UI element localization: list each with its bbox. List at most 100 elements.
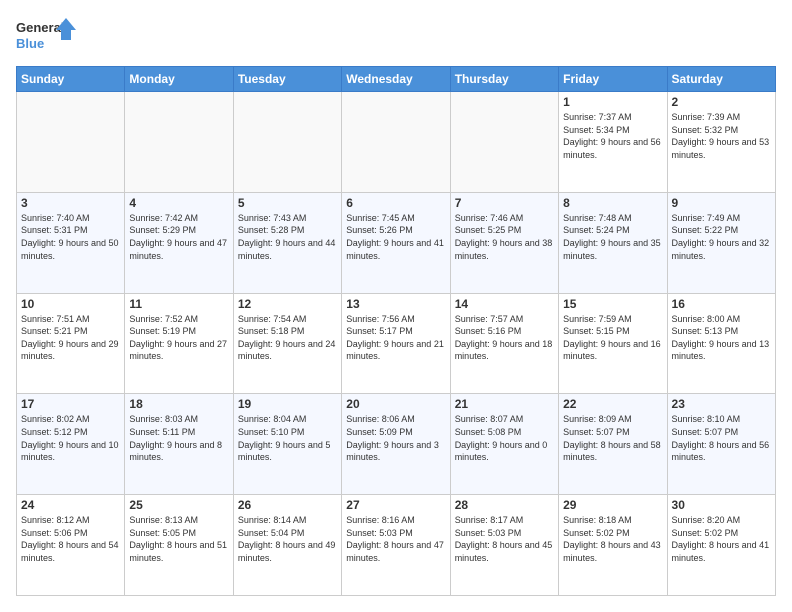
day-info: Sunrise: 7:52 AM Sunset: 5:19 PM Dayligh…	[129, 313, 228, 363]
day-number: 10	[21, 297, 120, 311]
day-number: 25	[129, 498, 228, 512]
day-number: 16	[672, 297, 771, 311]
day-number: 12	[238, 297, 337, 311]
svg-text:General: General	[16, 20, 64, 35]
calendar-cell: 4Sunrise: 7:42 AM Sunset: 5:29 PM Daylig…	[125, 192, 233, 293]
day-number: 27	[346, 498, 445, 512]
day-info: Sunrise: 8:14 AM Sunset: 5:04 PM Dayligh…	[238, 514, 337, 564]
day-info: Sunrise: 7:39 AM Sunset: 5:32 PM Dayligh…	[672, 111, 771, 161]
calendar-cell	[17, 92, 125, 193]
day-number: 21	[455, 397, 554, 411]
calendar-cell: 15 Sunrise: 7:59 AM Sunset: 5:15 PM Dayli…	[559, 293, 667, 394]
calendar-cell: 23 Sunrise: 8:10 AM Sunset: 5:07 PM Dayli…	[667, 394, 775, 495]
day-number: 15	[563, 297, 662, 311]
day-number: 4	[129, 196, 228, 210]
calendar-cell: 26 Sunrise: 8:14 AM Sunset: 5:04 PM Dayli…	[233, 495, 341, 596]
calendar-week-3: 10 Sunrise: 7:51 AM Sunset: 5:21 PM Dayli…	[17, 293, 776, 394]
day-info: Sunrise: 7:49 AM Sunset: 5:22 PM Dayligh…	[672, 212, 771, 262]
day-info: Sunrise: 8:07 AM Sunset: 5:08 PM Dayligh…	[455, 413, 554, 463]
calendar-cell: 18 Sunrise: 8:03 AM Sunset: 5:11 PM Dayli…	[125, 394, 233, 495]
weekday-header-thursday: Thursday	[450, 67, 558, 92]
day-number: 28	[455, 498, 554, 512]
day-number: 2	[672, 95, 771, 109]
day-number: 23	[672, 397, 771, 411]
calendar-cell: 29 Sunrise: 8:18 AM Sunset: 5:02 PM Dayli…	[559, 495, 667, 596]
weekday-header-sunday: Sunday	[17, 67, 125, 92]
calendar-cell: 27 Sunrise: 8:16 AM Sunset: 5:03 PM Dayli…	[342, 495, 450, 596]
calendar-cell	[233, 92, 341, 193]
day-number: 29	[563, 498, 662, 512]
calendar-cell: 11Sunrise: 7:52 AM Sunset: 5:19 PM Dayli…	[125, 293, 233, 394]
day-number: 8	[563, 196, 662, 210]
day-info: Sunrise: 7:46 AM Sunset: 5:25 PM Dayligh…	[455, 212, 554, 262]
calendar-week-2: 3 Sunrise: 7:40 AM Sunset: 5:31 PM Daylig…	[17, 192, 776, 293]
logo-svg: General Blue	[16, 16, 76, 58]
day-info: Sunrise: 8:18 AM Sunset: 5:02 PM Dayligh…	[563, 514, 662, 564]
calendar-header-row: SundayMondayTuesdayWednesdayThursdayFrid…	[17, 67, 776, 92]
day-number: 7	[455, 196, 554, 210]
calendar-cell	[342, 92, 450, 193]
day-info: Sunrise: 7:43 AM Sunset: 5:28 PM Dayligh…	[238, 212, 337, 262]
calendar-cell: 24Sunrise: 8:12 AM Sunset: 5:06 PM Dayli…	[17, 495, 125, 596]
weekday-header-monday: Monday	[125, 67, 233, 92]
day-number: 26	[238, 498, 337, 512]
day-number: 17	[21, 397, 120, 411]
day-info: Sunrise: 7:40 AM Sunset: 5:31 PM Dayligh…	[21, 212, 120, 262]
day-info: Sunrise: 7:57 AM Sunset: 5:16 PM Dayligh…	[455, 313, 554, 363]
header: General Blue	[16, 16, 776, 58]
day-info: Sunrise: 7:56 AM Sunset: 5:17 PM Dayligh…	[346, 313, 445, 363]
weekday-header-wednesday: Wednesday	[342, 67, 450, 92]
day-number: 30	[672, 498, 771, 512]
calendar-table: SundayMondayTuesdayWednesdayThursdayFrid…	[16, 66, 776, 596]
calendar-cell: 30Sunrise: 8:20 AM Sunset: 5:02 PM Dayli…	[667, 495, 775, 596]
day-info: Sunrise: 7:48 AM Sunset: 5:24 PM Dayligh…	[563, 212, 662, 262]
day-number: 13	[346, 297, 445, 311]
weekday-header-saturday: Saturday	[667, 67, 775, 92]
logo: General Blue	[16, 16, 76, 58]
calendar-cell: 19 Sunrise: 8:04 AM Sunset: 5:10 PM Dayli…	[233, 394, 341, 495]
day-number: 1	[563, 95, 662, 109]
day-info: Sunrise: 8:17 AM Sunset: 5:03 PM Dayligh…	[455, 514, 554, 564]
day-info: Sunrise: 8:00 AM Sunset: 5:13 PM Dayligh…	[672, 313, 771, 363]
calendar-cell	[125, 92, 233, 193]
calendar-cell: 12Sunrise: 7:54 AM Sunset: 5:18 PM Dayli…	[233, 293, 341, 394]
day-number: 3	[21, 196, 120, 210]
day-number: 6	[346, 196, 445, 210]
calendar-cell: 7 Sunrise: 7:46 AM Sunset: 5:25 PM Daylig…	[450, 192, 558, 293]
calendar-cell: 25 Sunrise: 8:13 AM Sunset: 5:05 PM Dayli…	[125, 495, 233, 596]
calendar-cell: 3 Sunrise: 7:40 AM Sunset: 5:31 PM Daylig…	[17, 192, 125, 293]
day-info: Sunrise: 8:03 AM Sunset: 5:11 PM Dayligh…	[129, 413, 228, 463]
calendar-cell	[450, 92, 558, 193]
day-info: Sunrise: 8:09 AM Sunset: 5:07 PM Dayligh…	[563, 413, 662, 463]
day-info: Sunrise: 7:51 AM Sunset: 5:21 PM Dayligh…	[21, 313, 120, 363]
day-info: Sunrise: 7:59 AM Sunset: 5:15 PM Dayligh…	[563, 313, 662, 363]
calendar-week-5: 24Sunrise: 8:12 AM Sunset: 5:06 PM Dayli…	[17, 495, 776, 596]
day-number: 9	[672, 196, 771, 210]
calendar-cell: 21 Sunrise: 8:07 AM Sunset: 5:08 PM Dayli…	[450, 394, 558, 495]
day-number: 22	[563, 397, 662, 411]
day-number: 18	[129, 397, 228, 411]
day-number: 19	[238, 397, 337, 411]
calendar-cell: 10 Sunrise: 7:51 AM Sunset: 5:21 PM Dayli…	[17, 293, 125, 394]
page: General Blue SundayMondayTuesdayWednesda…	[0, 0, 792, 612]
calendar-cell: 14Sunrise: 7:57 AM Sunset: 5:16 PM Dayli…	[450, 293, 558, 394]
day-number: 24	[21, 498, 120, 512]
calendar-cell: 9 Sunrise: 7:49 AM Sunset: 5:22 PM Daylig…	[667, 192, 775, 293]
day-info: Sunrise: 7:37 AM Sunset: 5:34 PM Dayligh…	[563, 111, 662, 161]
calendar-cell: 8 Sunrise: 7:48 AM Sunset: 5:24 PM Daylig…	[559, 192, 667, 293]
day-info: Sunrise: 8:13 AM Sunset: 5:05 PM Dayligh…	[129, 514, 228, 564]
day-info: Sunrise: 8:04 AM Sunset: 5:10 PM Dayligh…	[238, 413, 337, 463]
calendar-cell: 13 Sunrise: 7:56 AM Sunset: 5:17 PM Dayli…	[342, 293, 450, 394]
day-info: Sunrise: 7:45 AM Sunset: 5:26 PM Dayligh…	[346, 212, 445, 262]
weekday-header-tuesday: Tuesday	[233, 67, 341, 92]
calendar-cell: 20Sunrise: 8:06 AM Sunset: 5:09 PM Dayli…	[342, 394, 450, 495]
calendar-cell: 16 Sunrise: 8:00 AM Sunset: 5:13 PM Dayli…	[667, 293, 775, 394]
day-info: Sunrise: 8:16 AM Sunset: 5:03 PM Dayligh…	[346, 514, 445, 564]
calendar-cell: 5Sunrise: 7:43 AM Sunset: 5:28 PM Daylig…	[233, 192, 341, 293]
day-info: Sunrise: 8:10 AM Sunset: 5:07 PM Dayligh…	[672, 413, 771, 463]
day-info: Sunrise: 8:02 AM Sunset: 5:12 PM Dayligh…	[21, 413, 120, 463]
calendar-cell: 22 Sunrise: 8:09 AM Sunset: 5:07 PM Dayli…	[559, 394, 667, 495]
calendar-cell: 1 Sunrise: 7:37 AM Sunset: 5:34 PM Daylig…	[559, 92, 667, 193]
calendar-week-1: 1 Sunrise: 7:37 AM Sunset: 5:34 PM Daylig…	[17, 92, 776, 193]
day-info: Sunrise: 8:06 AM Sunset: 5:09 PM Dayligh…	[346, 413, 445, 463]
